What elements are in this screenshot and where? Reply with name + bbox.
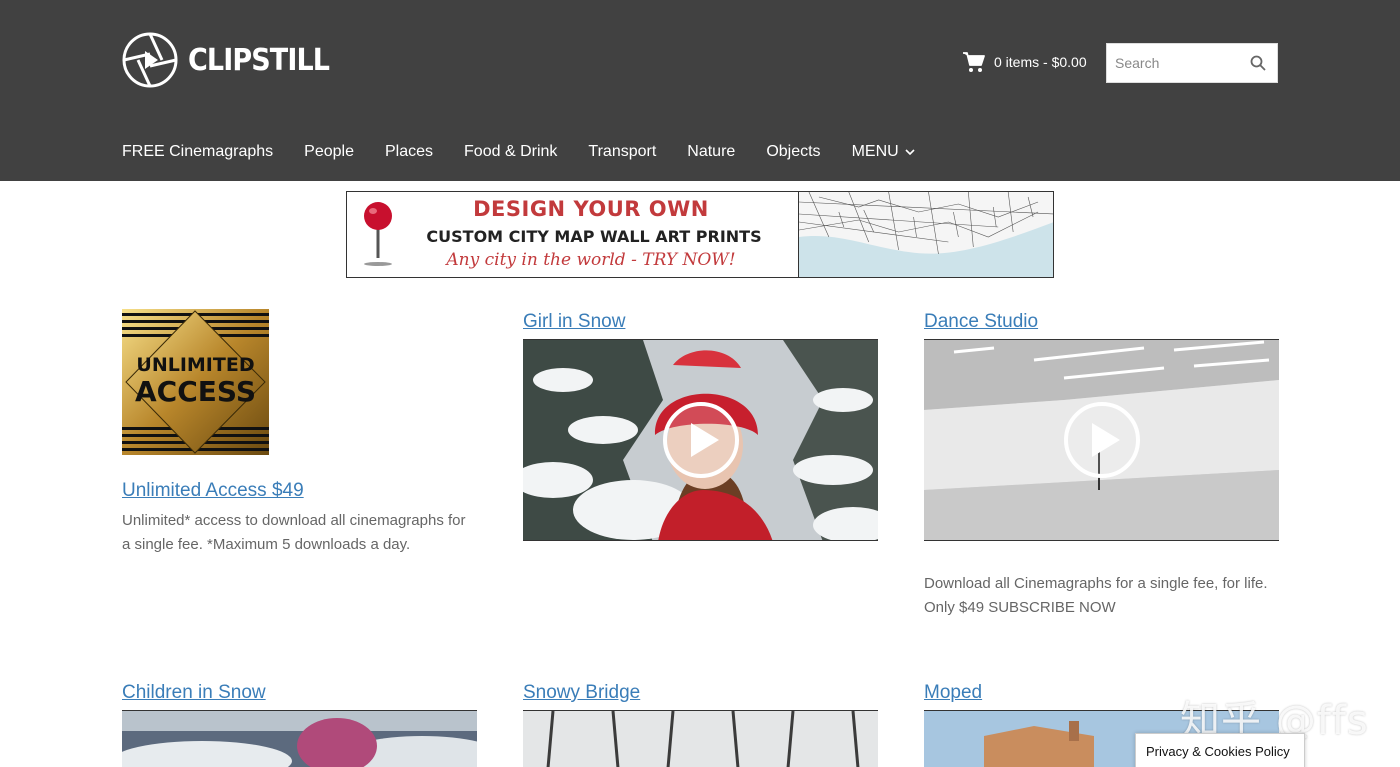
menu-label: MENU [851,143,899,160]
dance-studio-thumbnail[interactable] [924,339,1279,541]
search-box [1106,43,1278,83]
moped-link[interactable]: Moped [924,682,982,704]
nav-item-places[interactable]: Places [385,143,433,161]
snowy-bridge-image [523,711,878,767]
cart-icon [963,52,985,72]
subscribe-desc: Download all Cinemagraphs for a single f… [924,575,1268,616]
play-button-icon [662,402,739,478]
children-in-snow-thumbnail[interactable] [122,710,477,767]
nav-item-objects[interactable]: Objects [766,143,820,161]
banner-subline: CUSTOM CITY MAP WALL ART PRINTS [426,227,762,246]
unlimited-access-image[interactable]: UNLIMITED ACCESS [122,309,269,455]
girl-in-snow-link[interactable]: Girl in Snow [523,311,625,333]
banner-headline: DESIGN YOUR OWN [473,197,709,221]
dance-studio-link[interactable]: Dance Studio [924,311,1038,333]
cart-summary: 0 items - $0.00 [994,54,1087,70]
search-icon [1250,55,1266,71]
chevron-down-icon [905,149,915,155]
city-map-image [798,192,1053,277]
play-button-icon [1063,402,1140,478]
site-header: CLIPSTILL 0 items - $0.00 FREE Cinemagra… [0,0,1400,181]
nav-item-free-cinemagraphs[interactable]: FREE Cinemagraphs [122,143,273,161]
badge-line-1: UNLIMITED [136,354,255,376]
snowy-bridge-link[interactable]: Snowy Bridge [523,682,640,704]
search-button[interactable] [1243,45,1273,81]
shutter-logo-icon [122,32,178,88]
unlimited-access-link[interactable]: Unlimited Access $49 [122,480,304,502]
nav-item-nature[interactable]: Nature [687,143,735,161]
privacy-cookies-button[interactable]: Privacy & Cookies Policy [1135,733,1305,767]
cart-link[interactable]: 0 items - $0.00 [962,50,1087,74]
badge-line-2: ACCESS [135,375,256,408]
logo-text: CLIPSTILL [188,42,330,78]
search-input[interactable] [1107,45,1243,81]
nav-item-people[interactable]: People [304,143,354,161]
map-prints-banner[interactable]: DESIGN YOUR OWN CUSTOM CITY MAP WALL ART… [346,191,1054,278]
children-in-snow-link[interactable]: Children in Snow [122,682,266,704]
unlimited-access-desc: Unlimited* access to download all cinema… [122,512,466,553]
snowy-bridge-thumbnail[interactable] [523,710,878,767]
nav-menu-dropdown[interactable]: MENU [852,143,915,161]
nav-item-food-drink[interactable]: Food & Drink [464,143,557,161]
main-nav: FREE Cinemagraphs People Places Food & D… [122,143,946,161]
children-in-snow-image [122,711,477,767]
banner-cta: Any city in the world - TRY NOW! [446,250,736,270]
site-logo[interactable]: CLIPSTILL [122,30,345,90]
nav-item-transport[interactable]: Transport [588,143,656,161]
girl-in-snow-thumbnail[interactable] [523,339,878,541]
